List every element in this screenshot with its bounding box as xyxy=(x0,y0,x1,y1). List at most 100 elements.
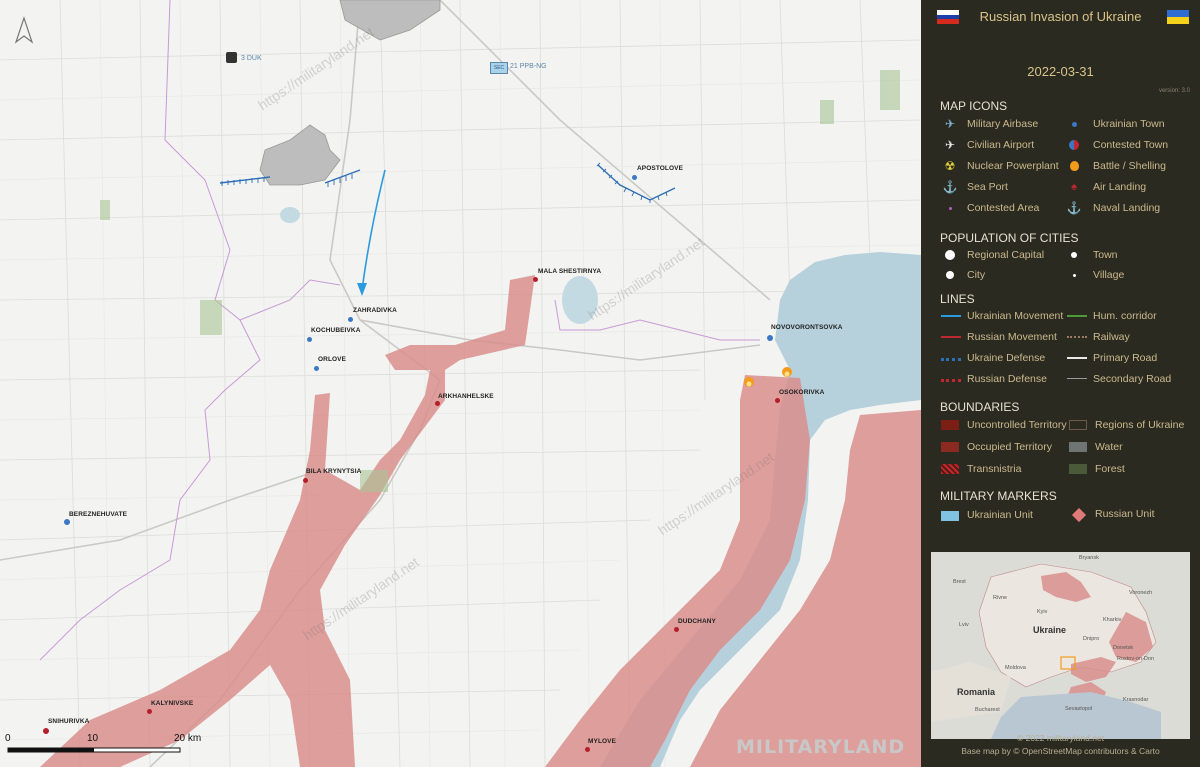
lake xyxy=(280,207,300,223)
inset-label: Bryansk xyxy=(1079,555,1099,561)
legend-item: Civilian Airport xyxy=(967,139,1035,151)
inset-label: Moldova xyxy=(1005,665,1026,671)
hum-corridor-swatch xyxy=(1067,315,1087,317)
inset-country-label: Ukraine xyxy=(1033,625,1067,635)
scale-bar xyxy=(7,747,181,753)
town-marker[interactable] xyxy=(632,175,637,180)
legend-panel: Russian Invasion of Ukraine 2022-03-31 v… xyxy=(921,0,1200,767)
arrow-head xyxy=(357,283,367,296)
unit-marker-3duk[interactable] xyxy=(226,52,237,63)
town-marker[interactable] xyxy=(674,627,679,632)
inset-label: Krasnodar xyxy=(1123,697,1149,703)
legend-item: Transnistria xyxy=(967,463,1022,475)
legend-heading-military-markers: MILITARY MARKERS xyxy=(940,489,1057,503)
town-label: DUDCHANY xyxy=(678,618,716,625)
town-marker[interactable] xyxy=(314,366,319,371)
town-label: ZAHRADIVKA xyxy=(353,307,397,314)
town-marker[interactable] xyxy=(775,398,780,403)
ukrainian-town-icon xyxy=(1067,118,1081,130)
town-label: KOCHUBEIVKA xyxy=(311,327,361,334)
legend-item: Railway xyxy=(1093,331,1130,343)
town-icon xyxy=(1067,249,1081,261)
nuclear-icon: ☢ xyxy=(944,159,956,173)
town-marker[interactable] xyxy=(43,728,49,734)
regions-swatch xyxy=(1069,420,1087,430)
inset-label: Rivne xyxy=(993,595,1008,601)
legend-heading-boundaries: BOUNDARIES xyxy=(940,400,1020,414)
town-label: ARKHANHELSKE xyxy=(438,393,494,400)
map-date: 2022-03-31 xyxy=(1027,64,1094,79)
civilian-airport-icon: ✈ xyxy=(944,138,956,152)
ukrainian-movement-arrow xyxy=(361,169,386,291)
inset-country-label: Romania xyxy=(957,687,996,697)
map-svg xyxy=(0,0,921,767)
inset-label: Kharkiv xyxy=(1103,617,1122,623)
inset-label: Sevastopol xyxy=(1065,706,1093,712)
legend-heading-population: POPULATION OF CITIES xyxy=(940,231,1079,245)
legend-item: Secondary Road xyxy=(1093,373,1172,385)
town-label: BILA KRYNYTSIA xyxy=(306,468,362,475)
overview-inset-map[interactable]: Bryansk Brest Rivne Kyiv Kharkiv Voronez… xyxy=(931,552,1190,739)
version-label: version: 3.0 xyxy=(1158,88,1190,94)
ukrainian-unit-swatch xyxy=(941,511,959,521)
town-label: MALA SHESTIRNYA xyxy=(538,268,602,275)
town-marker[interactable] xyxy=(435,401,440,406)
inset-label: Dnipro xyxy=(1083,636,1100,642)
town-marker[interactable] xyxy=(303,478,308,483)
legend-item: Village xyxy=(1093,269,1125,281)
forest-swatch xyxy=(1069,464,1087,474)
railway-swatch xyxy=(1067,336,1087,339)
legend-item: Forest xyxy=(1095,463,1125,475)
regional-capital-icon xyxy=(943,249,957,261)
legend-item: Regional Capital xyxy=(967,249,1045,261)
ukrainian-movement-swatch xyxy=(941,315,961,317)
town-label: ORLOVE xyxy=(318,356,347,363)
legend-item: Russian Unit xyxy=(1095,508,1155,520)
map-title: Russian Invasion of Ukraine xyxy=(979,9,1142,24)
russian-unit-swatch xyxy=(1071,507,1087,523)
militaryland-logo: MILITARYLAND xyxy=(736,736,906,758)
legend-item: Sea Port xyxy=(967,181,1008,193)
naval-landing-icon: ⚓ xyxy=(1066,201,1082,215)
occupied-territory-swatch xyxy=(941,442,959,452)
legend-item: Ukrainian Movement xyxy=(967,310,1064,322)
inset-label: Brest xyxy=(953,579,966,585)
legend-item: Uncontrolled Territory xyxy=(967,419,1067,431)
unit-marker-21ppb[interactable]: SEC xyxy=(490,62,508,74)
scale-label: 10 xyxy=(87,733,99,744)
occupied-territory-west xyxy=(40,275,535,767)
town-label: SNIHURIVKA xyxy=(48,718,90,725)
legend-item: Contested Area xyxy=(967,202,1040,214)
legend-heading-lines: LINES xyxy=(940,292,975,306)
town-label: KALYNIVSKE xyxy=(151,700,194,707)
russian-movement-swatch xyxy=(941,336,961,338)
unit-label: 3 DUK xyxy=(241,55,262,62)
town-marker[interactable] xyxy=(147,709,152,714)
legend-item: Nuclear Powerplant xyxy=(967,160,1059,172)
legend-item: Hum. corridor xyxy=(1093,310,1157,322)
town-label: NOVOVORONTSOVKA xyxy=(771,324,843,331)
legend-item: Town xyxy=(1093,249,1118,261)
town-marker[interactable] xyxy=(767,335,773,341)
contested-area-icon xyxy=(943,202,957,214)
legend-item: Ukrainian Town xyxy=(1093,118,1165,130)
town-marker[interactable] xyxy=(533,277,538,282)
scale-label: 0 xyxy=(5,733,11,744)
primary-road-swatch xyxy=(1067,357,1087,359)
town-marker[interactable] xyxy=(585,747,590,752)
legend-item: Contested Town xyxy=(1093,139,1169,151)
map-canvas[interactable]: 3 DUK SEC 21 PPB-NG MALA SHESTIRNYA ZAHR… xyxy=(0,0,921,767)
legend-item: Primary Road xyxy=(1093,352,1158,364)
town-marker[interactable] xyxy=(307,337,312,342)
military-airbase-icon: ✈ xyxy=(944,117,956,131)
legend-item: Russian Movement xyxy=(967,331,1057,343)
secondary-road-swatch xyxy=(1067,378,1087,379)
parachute-icon: ♠ xyxy=(1071,181,1077,193)
town-label: OSOKORIVKA xyxy=(779,389,825,396)
legend-item: Naval Landing xyxy=(1093,202,1161,214)
legend-item: Ukraine Defense xyxy=(967,352,1046,364)
legend-heading-map-icons: MAP ICONS xyxy=(940,99,1008,113)
town-marker[interactable] xyxy=(348,317,353,322)
town-marker[interactable] xyxy=(64,519,70,525)
scale-label: 20 km xyxy=(174,733,202,744)
